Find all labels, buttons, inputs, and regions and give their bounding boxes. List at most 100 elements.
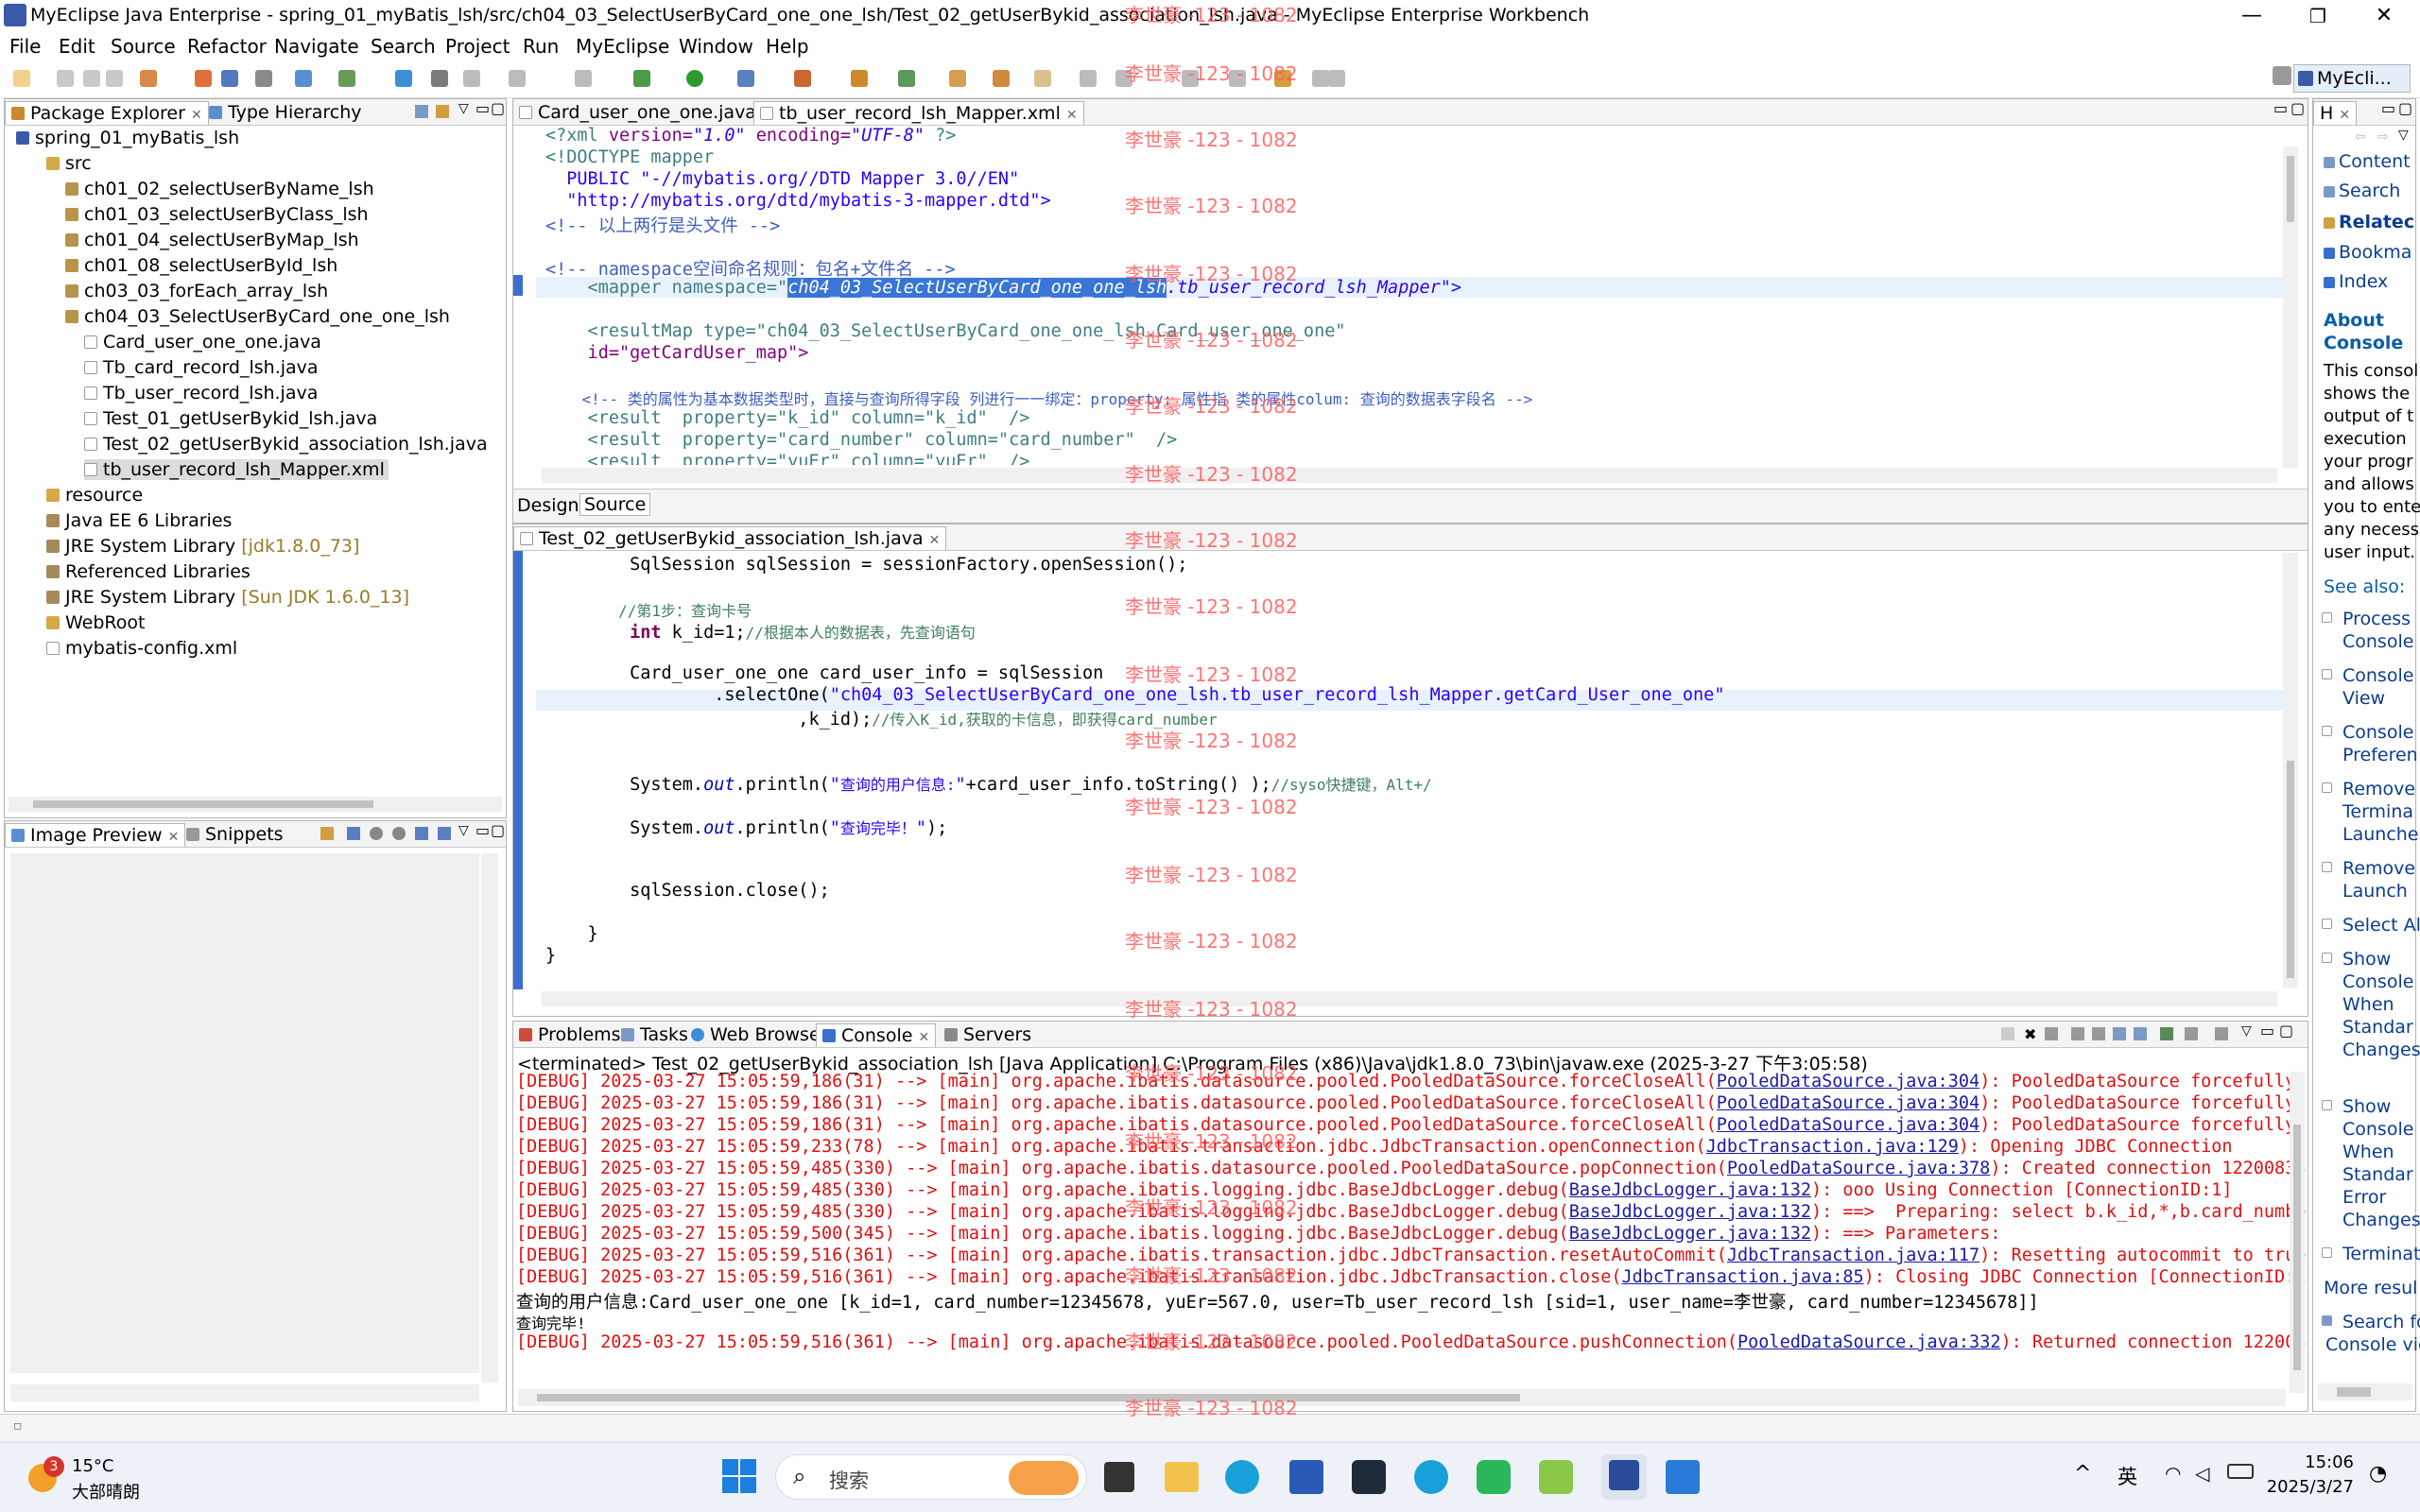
tab-source[interactable]: Source xyxy=(579,493,651,516)
battery-icon[interactable] xyxy=(2227,1464,2254,1479)
file-explorer-icon[interactable] xyxy=(1165,1462,1199,1492)
horizontal-scrollbar[interactable] xyxy=(542,468,2277,483)
wechat-icon[interactable] xyxy=(1477,1460,1511,1494)
annotation-icon[interactable] xyxy=(1034,70,1051,87)
new-icon[interactable] xyxy=(13,70,30,87)
task-view-icon[interactable] xyxy=(1104,1462,1134,1492)
tree-java-file[interactable]: Test_02_getUserBykid_association_lsh.jav… xyxy=(84,434,488,455)
edge-browser-icon[interactable] xyxy=(1225,1460,1259,1494)
source-link[interactable]: PooledDataSource.java:332 xyxy=(1737,1332,2000,1352)
open-resource-icon[interactable] xyxy=(221,70,238,87)
edge-ai-icon[interactable] xyxy=(1414,1460,1448,1494)
tree-java-file[interactable]: Tb_card_record_lsh.java xyxy=(84,357,319,378)
menu-window[interactable]: Window xyxy=(679,35,753,58)
menu-project[interactable]: Project xyxy=(445,35,510,58)
vertical-scrollbar[interactable] xyxy=(2283,146,2298,468)
actual-size-icon[interactable] xyxy=(415,827,428,840)
source-link[interactable]: PooledDataSource.java:304 xyxy=(1717,1115,1979,1135)
tree-package[interactable]: ch01_03_selectUserByClass_lsh xyxy=(65,204,369,225)
tree-java-file[interactable]: Tb_user_record_lsh.java xyxy=(84,383,318,404)
scrollbar-thumb[interactable] xyxy=(33,800,373,808)
new-package-icon[interactable] xyxy=(898,70,915,87)
tree-library[interactable]: JRE System Library [Sun JDK 1.6.0_13] xyxy=(46,587,409,608)
menu-refactor[interactable]: Refactor xyxy=(187,35,267,58)
menu-edit[interactable]: Edit xyxy=(59,35,95,58)
console-vertical-scrollbar[interactable] xyxy=(2290,1072,2305,1393)
link-editor-icon[interactable] xyxy=(436,105,449,118)
menu-help[interactable]: Help xyxy=(766,35,809,58)
view-menu-icon[interactable]: ▽ xyxy=(2241,1023,2252,1039)
tab-help[interactable]: H ✕ xyxy=(2313,101,2358,125)
source-link[interactable]: JdbcTransaction.java:85 xyxy=(1621,1267,1863,1287)
menu-search[interactable]: Search xyxy=(371,35,436,58)
source-link[interactable]: BaseJdbcLogger.java:132 xyxy=(1569,1180,1811,1200)
console-horizontal-scrollbar[interactable] xyxy=(518,1389,2286,1406)
tab-tasks[interactable]: Tasks xyxy=(615,1023,694,1047)
pen-icon[interactable] xyxy=(1080,70,1097,87)
fit-icon[interactable] xyxy=(347,827,360,840)
windows-start-icon[interactable] xyxy=(722,1459,756,1493)
scrollbar-thumb[interactable] xyxy=(2287,761,2294,978)
tab-design[interactable]: Design xyxy=(517,495,579,516)
open-perspective-icon[interactable] xyxy=(2273,66,2291,85)
pin-icon[interactable] xyxy=(463,70,480,87)
ime-indicator[interactable]: 英 xyxy=(2118,1462,2137,1490)
help-search-link[interactable]: Search xyxy=(2324,180,2400,201)
tab-console[interactable]: Console ✕ xyxy=(816,1023,937,1047)
tree-webroot[interactable]: WebRoot xyxy=(46,612,145,633)
scrollbar-thumb[interactable] xyxy=(2293,1125,2301,1370)
menu-myeclipse[interactable]: MyEclipse xyxy=(576,35,669,58)
save-icon[interactable] xyxy=(57,70,74,87)
browser-icon[interactable] xyxy=(338,70,355,87)
forward-icon[interactable] xyxy=(1328,70,1345,87)
show-console-icon[interactable] xyxy=(2134,1027,2147,1040)
source-link[interactable]: BaseJdbcLogger.java:132 xyxy=(1569,1202,1811,1222)
tree-java-file[interactable]: Card_user_one_one.java xyxy=(84,332,321,352)
terminate-icon[interactable] xyxy=(2001,1027,2014,1040)
maximize-view-icon[interactable]: ▢ xyxy=(2279,1022,2293,1040)
paint-icon[interactable] xyxy=(1539,1460,1573,1494)
forward-icon[interactable]: ⇨ xyxy=(2377,129,2389,145)
tab-problems[interactable]: Problems xyxy=(513,1023,627,1047)
new-project-icon[interactable] xyxy=(140,70,157,87)
new-java-project-icon[interactable] xyxy=(851,70,868,87)
preview-tool-icon[interactable] xyxy=(320,827,334,840)
back-icon[interactable] xyxy=(1312,70,1329,87)
word-wrap-icon[interactable] xyxy=(2113,1027,2126,1040)
minimize-view-icon[interactable]: ▭ xyxy=(2381,99,2395,117)
tree-package-open[interactable]: ch04_03_SelectUserByCard_one_one_lsh xyxy=(65,306,450,327)
tree-src[interactable]: src xyxy=(46,153,92,174)
tree-package[interactable]: ch01_08_selectUserById_lsh xyxy=(65,255,337,276)
maximize-button[interactable]: ❐ xyxy=(2290,2,2346,30)
clear-console-icon[interactable] xyxy=(2071,1027,2084,1040)
weather-widget[interactable]: 3 xyxy=(28,1456,66,1494)
source-link[interactable]: PooledDataSource.java:304 xyxy=(1717,1093,1979,1113)
tree-xml-file-selected[interactable]: tb_user_record_lsh_Mapper.xml xyxy=(84,459,389,480)
close-icon[interactable]: ✕ xyxy=(918,1030,929,1045)
tree-java-file[interactable]: Test_01_getUserBykid_lsh.java xyxy=(84,408,377,429)
help-related-link[interactable]: Relatec xyxy=(2324,212,2414,232)
help-bookmarks-link[interactable]: Bookma xyxy=(2324,242,2411,263)
remove-all-icon[interactable] xyxy=(2045,1027,2058,1040)
coverage-icon[interactable] xyxy=(737,70,754,87)
scroll-lock-icon[interactable] xyxy=(2092,1027,2105,1040)
maximize-view-icon[interactable]: ▢ xyxy=(2290,99,2305,117)
source-link[interactable]: PooledDataSource.java:378 xyxy=(1727,1159,1990,1178)
app-icon[interactable] xyxy=(1352,1460,1386,1494)
minimize-view-icon[interactable]: ▭ xyxy=(2273,99,2288,117)
open-folder-icon[interactable] xyxy=(949,70,966,87)
scrollbar-thumb[interactable] xyxy=(2337,1387,2371,1397)
maximize-view-icon[interactable]: ▢ xyxy=(2398,99,2412,117)
tab-mapper-xml[interactable]: tb_user_record_lsh_Mapper.xml ✕ xyxy=(753,101,1084,125)
search-tool-icon[interactable] xyxy=(431,70,448,87)
wand-icon[interactable] xyxy=(993,70,1010,87)
close-icon[interactable]: ✕ xyxy=(168,830,180,845)
tab-type-hierarchy[interactable]: Type Hierarchy xyxy=(203,101,368,125)
source-link[interactable]: BaseJdbcLogger.java:132 xyxy=(1569,1224,1811,1244)
horizontal-scrollbar[interactable] xyxy=(9,797,502,812)
pin-console-icon[interactable] xyxy=(2160,1027,2173,1040)
bell-icon[interactable]: ◔ xyxy=(2369,1462,2387,1486)
help-index-link[interactable]: Index xyxy=(2324,271,2388,292)
close-icon[interactable]: ✕ xyxy=(1066,108,1078,123)
menu-run[interactable]: Run xyxy=(523,35,559,58)
